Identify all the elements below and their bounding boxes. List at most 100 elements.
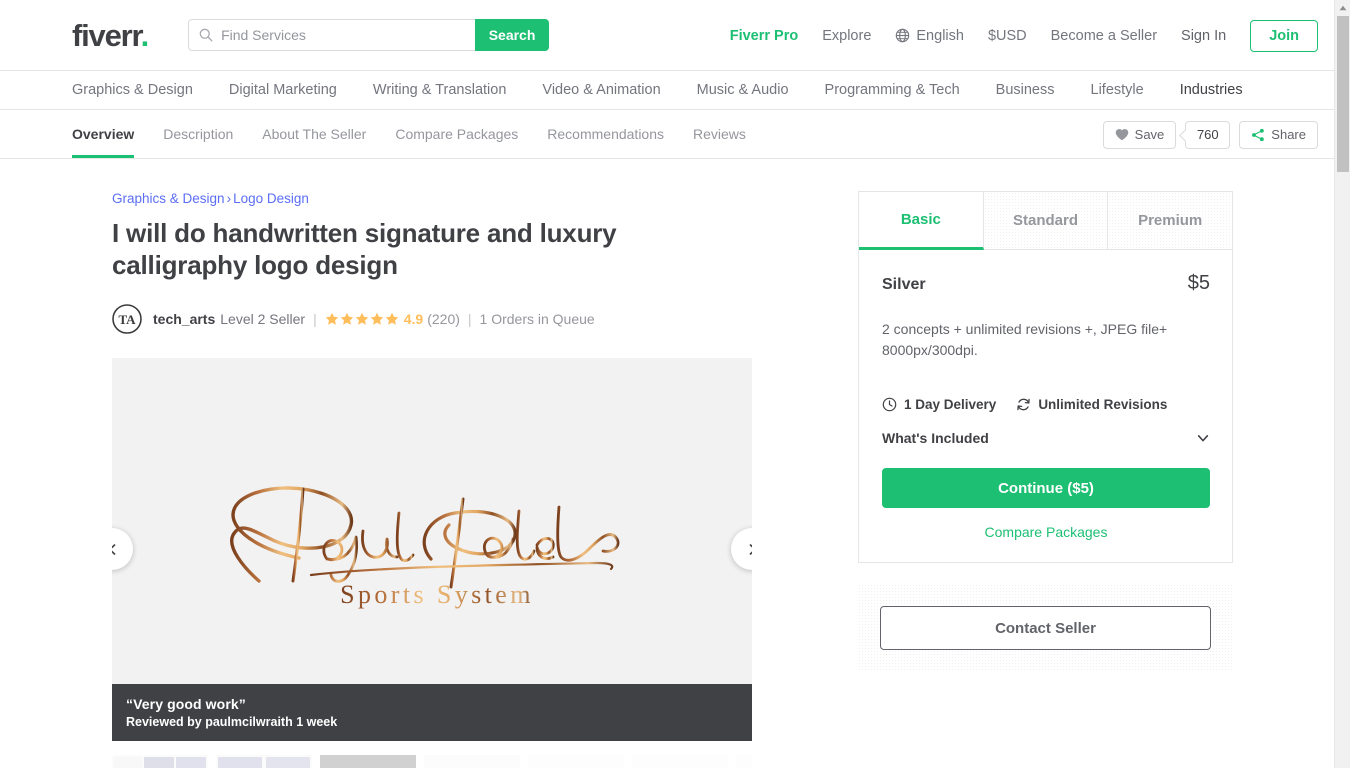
package-tab-basic[interactable]: Basic <box>859 192 984 250</box>
seller-divider-1: | <box>313 310 317 327</box>
fiverr-gig-page: fiverr. Search Fiverr Pro Explore Englis… <box>0 0 1350 768</box>
thumbnail-5[interactable] <box>528 754 624 768</box>
chevron-right-icon <box>749 544 752 555</box>
logo-text: fiverr <box>72 17 142 53</box>
breadcrumb-item-logo-design[interactable]: Logo Design <box>233 191 309 206</box>
rating-value: 4.9 <box>403 310 424 327</box>
rating-count: (220) <box>427 310 460 327</box>
save-count: 760 <box>1185 120 1231 149</box>
page-scrollbar[interactable] <box>1334 0 1350 768</box>
nav-fiverr-pro[interactable]: Fiverr Pro <box>730 28 799 44</box>
nav-become-a-seller[interactable]: Become a Seller <box>1051 28 1157 44</box>
star-icon <box>385 312 398 325</box>
avatar[interactable]: TA <box>112 304 142 334</box>
category-industries[interactable]: Industries <box>1180 82 1243 98</box>
logo-dot: . <box>140 17 150 53</box>
thumbnail-3-art <box>320 754 416 768</box>
gig-right-column: Basic Standard Premium Silver $5 2 conce… <box>858 191 1233 672</box>
package-tab-standard[interactable]: Standard <box>983 192 1109 250</box>
search-input-wrapper[interactable] <box>188 19 476 51</box>
breadcrumb-item-graphics-design[interactable]: Graphics & Design <box>112 191 225 206</box>
thumbnail-1-art <box>112 754 208 768</box>
scrollbar-up-button[interactable] <box>1335 0 1350 16</box>
nav-explore[interactable]: Explore <box>822 28 871 44</box>
category-business[interactable]: Business <box>996 82 1055 98</box>
package-meta: 1 Day Delivery Unlimited Revisions <box>882 397 1210 412</box>
thumbnail-4[interactable] <box>424 754 520 768</box>
nav-language-label: English <box>916 27 964 44</box>
search-icon <box>199 28 213 42</box>
refresh-icon <box>1017 398 1030 411</box>
category-digital-marketing[interactable]: Digital Marketing <box>229 82 337 98</box>
whats-included-toggle[interactable]: What's Included <box>882 430 1210 446</box>
whats-included-label: What's Included <box>882 430 989 446</box>
tab-recommendations[interactable]: Recommendations <box>547 110 664 158</box>
tab-description[interactable]: Description <box>163 110 233 158</box>
fiverr-logo[interactable]: fiverr. <box>72 17 150 53</box>
breadcrumb-separator: › <box>226 191 232 206</box>
thumbnail-3[interactable] <box>320 754 416 768</box>
share-button[interactable]: Share <box>1239 120 1318 149</box>
star-icon <box>355 312 368 325</box>
nav-language[interactable]: English <box>895 28 964 44</box>
category-nav: Graphics & Design Digital Marketing Writ… <box>0 71 1350 110</box>
nav-sign-in[interactable]: Sign In <box>1181 28 1226 44</box>
svg-text:TA: TA <box>118 312 136 327</box>
revisions-label: Unlimited Revisions <box>1038 397 1168 412</box>
category-writing-translation[interactable]: Writing & Translation <box>373 82 507 98</box>
scrollbar-thumb[interactable] <box>1337 16 1349 172</box>
thumbnail-6-art: Phite Fner <box>632 754 728 768</box>
gig-gallery: Sports System “Very good work” Reviewed … <box>112 357 752 741</box>
star-icon <box>325 312 338 325</box>
seller-name[interactable]: tech_arts <box>153 311 215 327</box>
search-input[interactable] <box>221 20 466 50</box>
package-title-row: Silver $5 <box>882 272 1210 295</box>
share-label: Share <box>1271 127 1306 142</box>
heart-icon <box>1115 129 1128 141</box>
tab-reviews[interactable]: Reviews <box>693 110 746 158</box>
category-video-animation[interactable]: Video & Animation <box>542 82 660 98</box>
page-title: I will do handwritten signature and luxu… <box>112 218 617 280</box>
save-button[interactable]: Save <box>1102 120 1177 149</box>
package-card: Basic Standard Premium Silver $5 2 conce… <box>858 191 1233 563</box>
triangle-up-icon <box>1339 5 1346 11</box>
thumbnail-6[interactable]: Phite Fner <box>632 754 728 768</box>
save-label: Save <box>1134 127 1165 142</box>
tab-overview[interactable]: Overview <box>72 110 135 158</box>
delivery-time: 1 Day Delivery <box>882 397 996 412</box>
continue-button[interactable]: Continue ($5) <box>882 468 1210 508</box>
breadcrumb: Graphics & Design › Logo Design <box>112 191 754 206</box>
package-description: 2 concepts + unlimited revisions +, JPEG… <box>882 321 1168 358</box>
chevron-down-icon <box>1197 435 1209 442</box>
thumbnail-7[interactable] <box>736 754 752 768</box>
category-graphics-design[interactable]: Graphics & Design <box>72 82 193 98</box>
thumbnail-7-art <box>736 754 752 768</box>
category-music-audio[interactable]: Music & Audio <box>697 82 789 98</box>
seller-divider-2: | <box>467 310 472 327</box>
share-icon <box>1252 128 1265 141</box>
thumbnail-2-art <box>216 754 312 768</box>
gallery-thumbnail-strip: Phite Fner <box>112 753 752 768</box>
search-bar: Search <box>188 19 550 51</box>
package-tabs: Basic Standard Premium <box>859 192 1233 250</box>
contact-seller-button[interactable]: Contact Seller <box>880 606 1211 650</box>
chevron-left-icon <box>112 544 115 555</box>
rating-stars <box>325 312 399 326</box>
review-quote: “Very good work” <box>126 695 246 712</box>
thumbnail-1[interactable] <box>112 754 208 768</box>
thumbnail-2[interactable] <box>216 754 312 768</box>
tab-compare-packages[interactable]: Compare Packages <box>395 110 518 158</box>
revisions: Unlimited Revisions <box>1016 397 1167 412</box>
star-icon <box>340 312 353 325</box>
clock-icon <box>882 397 897 412</box>
nav-currency[interactable]: $USD <box>988 28 1027 44</box>
compare-packages-link[interactable]: Compare Packages <box>882 524 1210 540</box>
category-lifestyle[interactable]: Lifestyle <box>1091 82 1144 98</box>
search-button[interactable]: Search <box>475 19 550 51</box>
seller-level: Level 2 Seller <box>220 310 306 327</box>
category-programming-tech[interactable]: Programming & Tech <box>825 82 960 98</box>
join-button[interactable]: Join <box>1250 19 1318 52</box>
package-tab-premium[interactable]: Premium <box>1108 192 1233 250</box>
gig-left-column: Graphics & Design › Logo Design I will do … <box>112 191 754 768</box>
tab-about-the-seller[interactable]: About The Seller <box>262 110 366 158</box>
